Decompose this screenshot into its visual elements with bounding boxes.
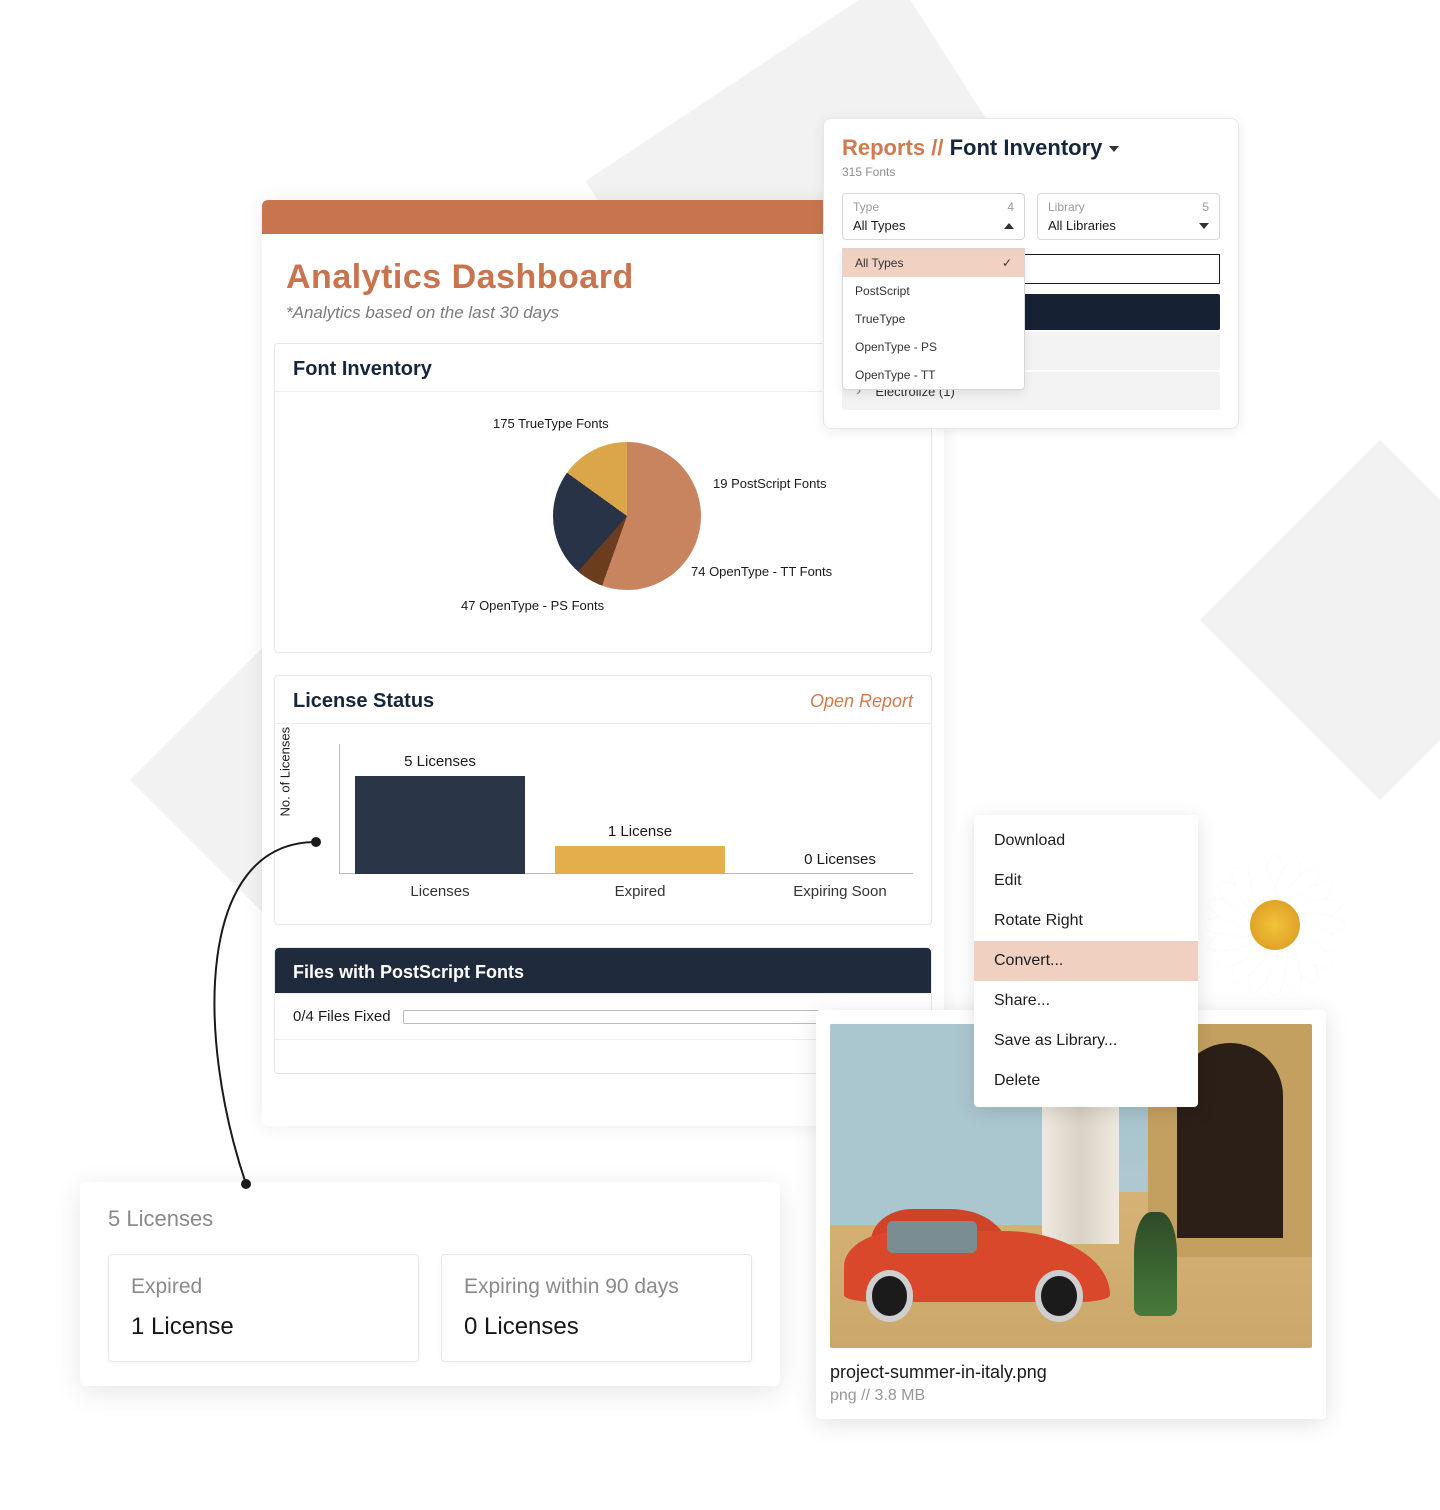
reports-count: 315 Fonts [842,165,1220,179]
bar-category-label: Expired [555,883,725,900]
progress-label: 0/4 Files Fixed [293,1008,391,1025]
license-summary-header: 5 Licenses [108,1206,752,1232]
pie-graphic [553,442,701,590]
card-title: Font Inventory [293,358,432,381]
open-report-link[interactable]: Open Report [810,691,913,712]
bar-expired [555,846,725,874]
bar-value-label: 1 License [555,823,725,840]
context-menu-item-rotate-right[interactable]: Rotate Right [974,901,1198,941]
filter-library[interactable]: Library 5 All Libraries [1037,193,1220,240]
license-box-value: 1 License [131,1313,396,1341]
license-box-expired[interactable]: Expired 1 License [108,1254,419,1362]
context-menu-item-share[interactable]: Share... [974,981,1198,1021]
filter-type-dropdown: All Types ✓ PostScript TrueType OpenType… [842,248,1025,390]
option-label: TrueType [855,312,905,326]
card-title: Files with PostScript Fonts [293,962,524,983]
license-status-bar-chart: No. of Licenses 5 Licenses 1 License 0 L… [293,744,913,904]
reports-current: Font Inventory [950,135,1103,160]
dropdown-option[interactable]: OpenType - PS [843,333,1024,361]
chevron-down-icon [1199,223,1209,229]
bar-licenses [355,776,525,874]
dropdown-option[interactable]: PostScript [843,277,1024,305]
filter-count: 5 [1202,200,1209,214]
context-menu-item-download[interactable]: Download [974,821,1198,861]
filter-selected: All Types [853,218,906,233]
option-label: All Types [855,256,903,270]
reports-breadcrumb[interactable]: Reports // Font Inventory [842,135,1220,161]
bar-category-label: Licenses [355,883,525,900]
filter-count: 4 [1007,200,1014,214]
filter-type[interactable]: Type 4 All Types All Types ✓ PostScript … [842,193,1025,240]
image-filename: project-summer-in-italy.png [830,1362,1312,1383]
chevron-down-icon [1109,146,1119,152]
dropdown-option[interactable]: OpenType - TT [843,361,1024,389]
filter-selected: All Libraries [1048,218,1116,233]
flower-decoration [1200,850,1350,1000]
pie-label-truetype: 175 TrueType Fonts [493,416,609,431]
image-meta: png // 3.8 MB [830,1387,1312,1405]
bg-shape [1200,440,1440,800]
context-menu: Download Edit Rotate Right Convert... Sh… [974,815,1198,1107]
context-menu-item-edit[interactable]: Edit [974,861,1198,901]
filter-label: Library [1048,200,1085,214]
reports-panel: Reports // Font Inventory 315 Fonts Type… [823,118,1239,429]
license-box-value: 0 Licenses [464,1313,729,1341]
context-menu-item-convert[interactable]: Convert... [974,941,1198,981]
license-box-expiring[interactable]: Expiring within 90 days 0 Licenses [441,1254,752,1362]
context-menu-item-delete[interactable]: Delete [974,1061,1198,1101]
license-box-label: Expired [131,1275,396,1299]
reports-prefix: Reports [842,135,925,160]
filter-label: Type [853,200,879,214]
bar-value-label: 0 Licenses [755,851,925,868]
option-label: OpenType - PS [855,340,937,354]
option-label: OpenType - TT [855,368,935,382]
license-summary-card: 5 Licenses Expired 1 License Expiring wi… [80,1182,780,1386]
bar-value-label: 5 Licenses [355,753,525,770]
context-menu-item-save-as-library[interactable]: Save as Library... [974,1021,1198,1061]
option-label: PostScript [855,284,910,298]
dropdown-option[interactable]: TrueType [843,305,1024,333]
card-title: License Status [293,690,434,713]
pie-label-postscript: 19 PostScript Fonts [713,476,826,491]
bar-category-label: Expiring Soon [755,883,925,900]
pie-label-opentype-tt: 74 OpenType - TT Fonts [691,564,832,579]
license-status-card: License Status Open Report No. of Licens… [274,675,932,925]
chevron-up-icon [1004,223,1014,229]
pie-label-opentype-ps: 47 OpenType - PS Fonts [461,598,604,613]
y-axis [339,744,340,874]
license-box-label: Expiring within 90 days [464,1275,729,1299]
bar-y-axis-label: No. of Licenses [278,727,293,817]
check-icon: ✓ [1002,256,1012,270]
dropdown-option[interactable]: All Types ✓ [843,249,1024,277]
font-inventory-pie-chart: 175 TrueType Fonts 19 PostScript Fonts 7… [293,412,913,632]
breadcrumb-separator: // [931,135,943,160]
